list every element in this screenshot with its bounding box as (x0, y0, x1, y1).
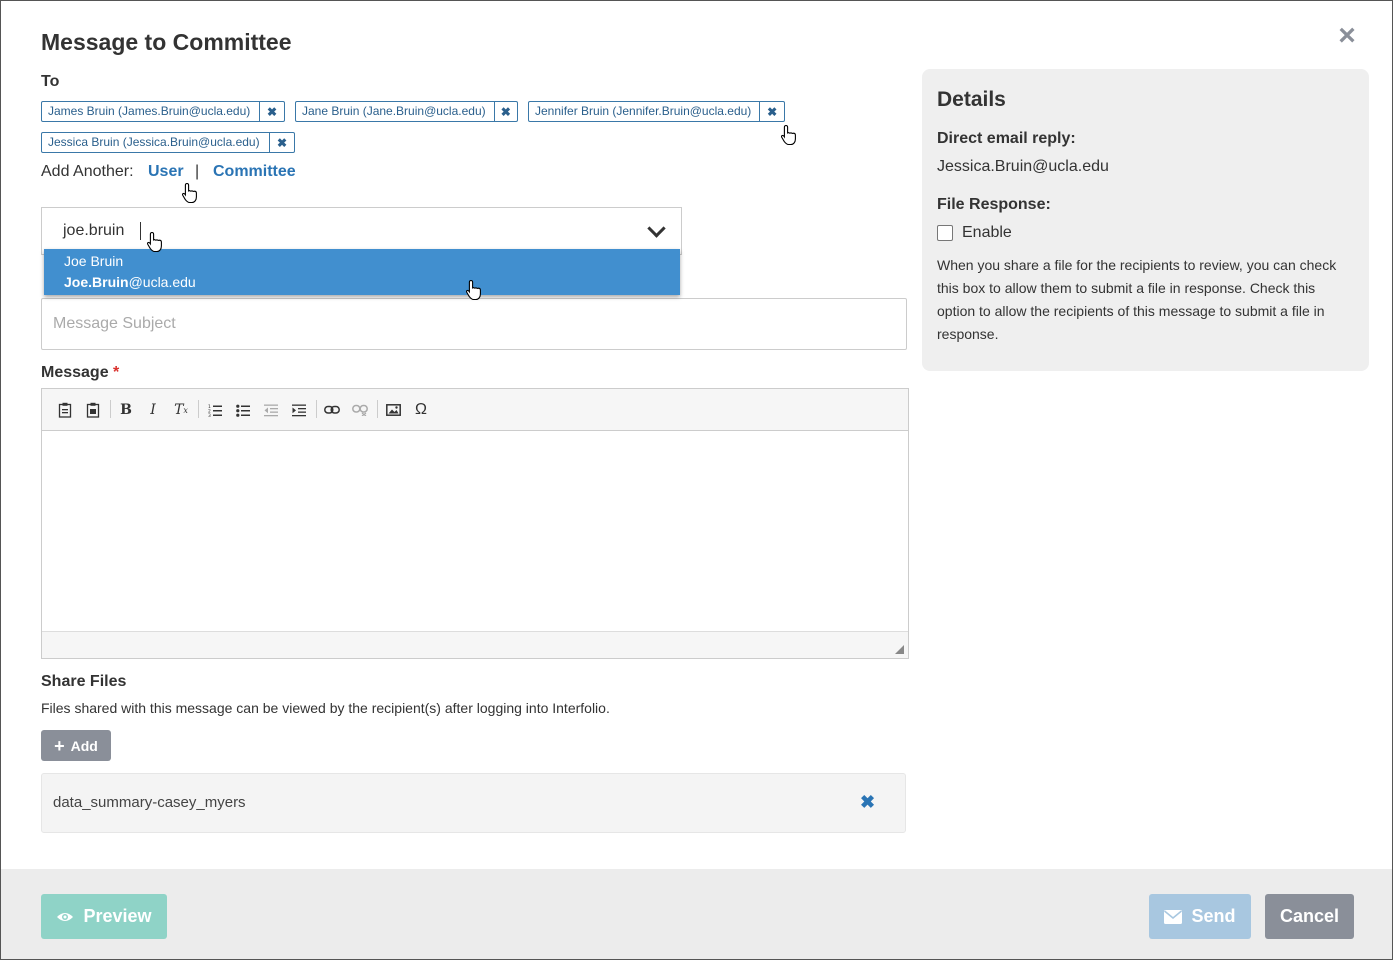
preview-button-label: Preview (83, 906, 152, 926)
link-separator: | (195, 163, 200, 180)
dialog-footer: Preview Send Cancel (1, 869, 1392, 959)
to-label: To (41, 73, 60, 90)
toolbar-separator (110, 400, 111, 418)
paste-from-word-icon[interactable] (82, 399, 104, 421)
direct-email-reply-label: Direct email reply: (937, 130, 1076, 147)
editor-toolbar: B I Tx 123 Ω (42, 389, 908, 431)
share-files-label: Share Files (41, 673, 127, 690)
shared-file-name: data_summary-casey_myers (53, 794, 246, 811)
numbered-list-icon[interactable]: 123 (204, 399, 226, 421)
close-icon[interactable]: × (1335, 21, 1359, 51)
add-file-button-label: Add (70, 737, 98, 754)
subject-input[interactable] (41, 298, 907, 350)
rich-text-editor: B I Tx 123 Ω (41, 388, 909, 659)
dialog-title: Message to Committee (41, 29, 292, 55)
shared-file-row: data_summary-casey_myers ✖ (41, 773, 906, 833)
add-another-label: Add Another: (41, 163, 134, 180)
remove-recipient-icon[interactable]: ✖ (259, 102, 284, 121)
text-caret (140, 222, 141, 240)
chevron-down-icon[interactable] (647, 219, 666, 238)
resize-handle-icon[interactable] (895, 645, 904, 654)
special-character-icon[interactable]: Ω (410, 399, 432, 421)
suggestion-email: Joe.Bruin@ucla.edu (64, 274, 196, 290)
toolbar-separator (198, 400, 199, 418)
remove-recipient-icon[interactable]: ✖ (759, 102, 784, 121)
details-heading: Details (937, 88, 1006, 111)
suggestion-name: Joe Bruin (64, 253, 124, 269)
pointer-cursor-icon (780, 124, 796, 146)
decrease-indent-icon[interactable] (260, 399, 282, 421)
recipient-chip-label: Jessica Bruin (Jessica.Bruin@ucla.edu) (48, 135, 260, 149)
italic-icon[interactable]: I (142, 399, 164, 421)
editor-footer (42, 631, 908, 658)
image-icon[interactable] (382, 399, 404, 421)
file-response-description: When you share a file for the recipients… (937, 257, 1337, 342)
recipient-chip-label: Jane Bruin (Jane.Bruin@ucla.edu) (302, 104, 486, 118)
user-search-combobox[interactable]: joe.bruin (41, 207, 682, 255)
paste-icon[interactable] (54, 399, 76, 421)
send-button-label: Send (1191, 906, 1236, 926)
cancel-button[interactable]: Cancel (1265, 894, 1354, 939)
required-asterisk: * (113, 364, 120, 381)
add-user-link[interactable]: User (148, 163, 184, 181)
preview-button[interactable]: Preview (41, 894, 167, 939)
enable-file-response-checkbox[interactable] (937, 225, 953, 241)
toolbar-separator (377, 400, 378, 418)
recipient-chip-label: James Bruin (James.Bruin@ucla.edu) (48, 104, 251, 118)
message-label: Message * (41, 364, 119, 382)
increase-indent-icon[interactable] (288, 399, 310, 421)
share-files-description: Files shared with this message can be vi… (41, 700, 610, 716)
bold-icon[interactable]: B (115, 399, 137, 421)
message-dialog: Message to Committee × To James Bruin (J… (0, 0, 1393, 960)
remove-recipient-icon[interactable]: ✖ (493, 102, 517, 121)
remove-format-icon[interactable]: Tx (170, 399, 192, 421)
unlink-icon[interactable] (349, 399, 371, 421)
recipient-chip: James Bruin (James.Bruin@ucla.edu) ✖ (41, 101, 285, 122)
remove-file-icon[interactable]: ✖ (860, 792, 875, 813)
pointer-cursor-icon (181, 182, 197, 204)
envelope-icon (1164, 909, 1183, 924)
plus-icon: + (54, 735, 65, 756)
eye-icon (56, 911, 74, 923)
remove-recipient-icon[interactable]: ✖ (269, 133, 294, 152)
cancel-button-label: Cancel (1279, 906, 1340, 926)
link-icon[interactable] (321, 399, 343, 421)
recipient-chip-label: Jennifer Bruin (Jennifer.Bruin@ucla.edu) (535, 104, 752, 118)
message-body-input[interactable] (42, 431, 908, 631)
svg-text:3: 3 (208, 413, 211, 417)
suggestion-email-match: Joe.Bruin (64, 274, 129, 290)
toolbar-separator (316, 400, 317, 418)
user-search-value: joe.bruin (63, 222, 125, 239)
user-suggestion-option[interactable]: Joe Bruin Joe.Bruin@ucla.edu (44, 249, 680, 295)
suggestion-email-rest: @ucla.edu (128, 274, 196, 290)
add-committee-link[interactable]: Committee (213, 163, 296, 181)
file-response-label: File Response: (937, 196, 1051, 213)
send-button[interactable]: Send (1149, 894, 1251, 939)
direct-email-reply-value: Jessica.Bruin@ucla.edu (937, 158, 1109, 175)
enable-label[interactable]: Enable (962, 224, 1012, 242)
recipient-chip: Jessica Bruin (Jessica.Bruin@ucla.edu) ✖ (41, 132, 295, 153)
message-label-text: Message (41, 364, 109, 381)
bulleted-list-icon[interactable] (232, 399, 254, 421)
details-panel: Details Direct email reply: Jessica.Brui… (922, 69, 1369, 371)
add-file-button[interactable]: + Add (41, 730, 111, 761)
recipient-chip: Jennifer Bruin (Jennifer.Bruin@ucla.edu)… (528, 101, 785, 122)
recipient-chip: Jane Bruin (Jane.Bruin@ucla.edu) ✖ (295, 101, 518, 122)
